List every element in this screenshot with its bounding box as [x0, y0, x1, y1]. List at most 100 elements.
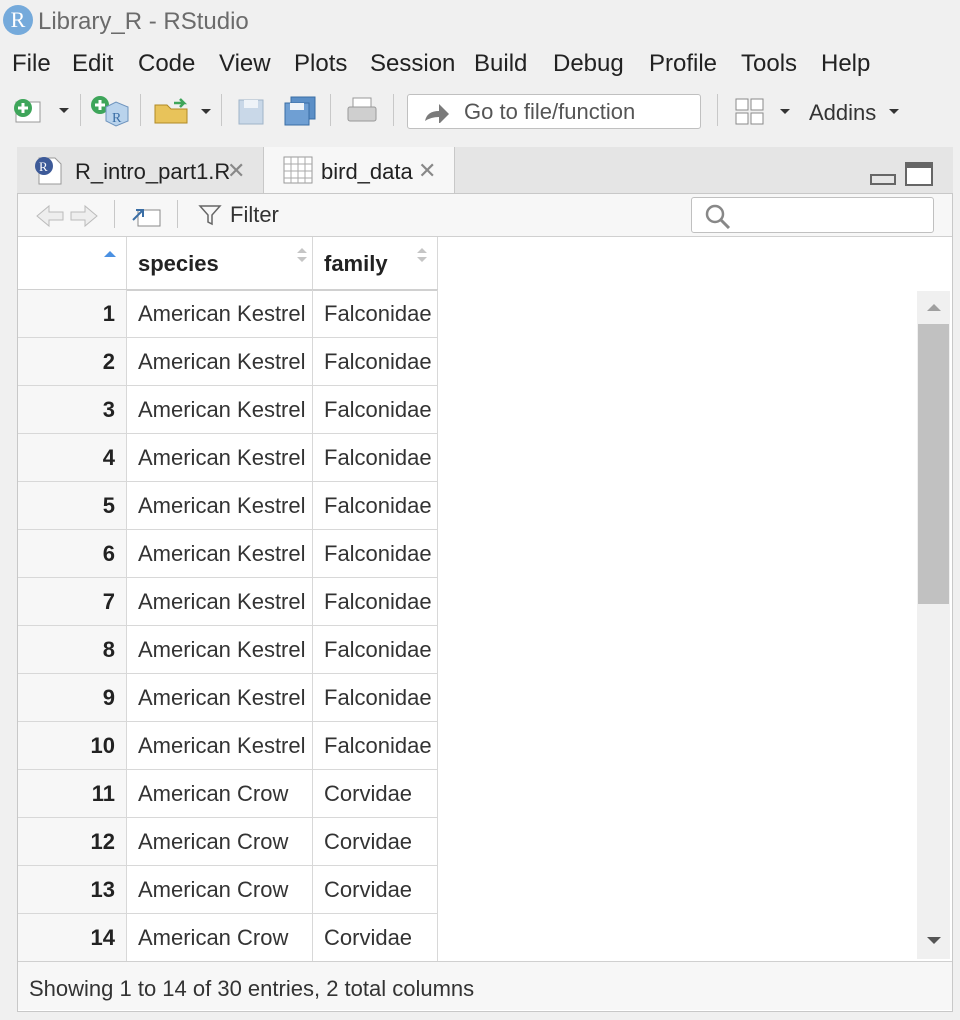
family-cell: Corvidae: [313, 770, 438, 817]
go-to-file-function-input[interactable]: Go to file/function: [407, 94, 701, 129]
r-file-icon: R: [35, 157, 62, 185]
row-number: 2: [102, 349, 115, 374]
popout-icon[interactable]: [130, 202, 164, 230]
table-row: 5 American Kestrel Falconidae: [18, 482, 438, 530]
back-arrow-icon[interactable]: [34, 203, 66, 229]
row-number: 7: [102, 589, 115, 614]
species-cell: American Kestrel: [127, 626, 313, 673]
table-status-bar: Showing 1 to 14 of 30 entries, 2 total c…: [18, 961, 952, 1010]
minimize-pane-icon[interactable]: [869, 165, 897, 187]
family-value: Corvidae: [324, 925, 413, 950]
row-number-cell: 3: [18, 386, 127, 433]
menu-file[interactable]: File: [12, 50, 51, 78]
rstudio-logo-icon: R: [3, 5, 33, 35]
addins-menu[interactable]: Addins: [809, 100, 876, 126]
maximize-pane-icon[interactable]: [904, 161, 934, 187]
pane-layout-icon[interactable]: [734, 97, 798, 127]
table-row: 6 American Kestrel Falconidae: [18, 530, 438, 578]
print-icon[interactable]: [345, 96, 381, 126]
menu-session[interactable]: Session: [370, 50, 455, 78]
species-cell: American Crow: [127, 914, 313, 961]
species-value: American Kestrel: [138, 541, 306, 566]
menu-view[interactable]: View: [219, 50, 271, 78]
family-value: Falconidae: [324, 541, 432, 566]
family-value: Corvidae: [324, 829, 413, 854]
column-header-family[interactable]: family: [313, 237, 438, 289]
species-value: American Crow: [138, 877, 289, 902]
table-search-input[interactable]: [691, 197, 934, 233]
table-row: 10 American Kestrel Falconidae: [18, 722, 438, 770]
window-title: Library_R - RStudio: [38, 8, 249, 35]
family-cell: Falconidae: [313, 290, 438, 337]
family-value: Corvidae: [324, 877, 413, 902]
table-row: 14 American Crow Corvidae: [18, 914, 438, 962]
row-number-cell: 8: [18, 626, 127, 673]
menu-code[interactable]: Code: [138, 50, 195, 78]
family-cell: Falconidae: [313, 386, 438, 433]
table-row: 8 American Kestrel Falconidae: [18, 626, 438, 674]
scrollbar-thumb[interactable]: [918, 324, 949, 604]
addins-chevron-down-icon[interactable]: [886, 106, 902, 118]
save-icon[interactable]: [236, 97, 268, 127]
family-value: Falconidae: [324, 445, 432, 470]
species-cell: American Kestrel: [127, 530, 313, 577]
species-cell: American Kestrel: [127, 290, 313, 337]
table-row: 2 American Kestrel Falconidae: [18, 338, 438, 386]
menu-profile[interactable]: Profile: [649, 50, 717, 78]
row-number-cell: 9: [18, 674, 127, 721]
filter-button[interactable]: Filter: [230, 202, 279, 228]
go-to-file-placeholder: Go to file/function: [464, 99, 636, 124]
row-number-cell: 12: [18, 818, 127, 865]
tab-r-intro-part1[interactable]: R R_intro_part1.R ✕: [17, 147, 263, 193]
filter-icon[interactable]: [198, 203, 224, 227]
row-number: 11: [91, 781, 115, 806]
open-folder-icon[interactable]: [152, 95, 214, 127]
search-icon: [705, 204, 731, 229]
row-number-cell: 10: [18, 722, 127, 769]
forward-arrow-icon[interactable]: [68, 203, 100, 229]
sort-ascending-icon: [104, 251, 116, 257]
family-value: Falconidae: [324, 685, 432, 710]
tab-label: R_intro_part1.R: [75, 159, 231, 184]
species-value: American Kestrel: [138, 397, 306, 422]
species-cell: American Kestrel: [127, 338, 313, 385]
menu-debug[interactable]: Debug: [553, 50, 624, 78]
species-value: American Crow: [138, 925, 289, 950]
row-number: 3: [102, 397, 115, 422]
species-cell: American Kestrel: [127, 722, 313, 769]
family-cell: Falconidae: [313, 338, 438, 385]
family-cell: Falconidae: [313, 434, 438, 481]
menu-build[interactable]: Build: [474, 50, 527, 78]
menu-plots[interactable]: Plots: [294, 50, 347, 78]
row-number: 9: [102, 685, 115, 710]
table-row: 3 American Kestrel Falconidae: [18, 386, 438, 434]
close-icon[interactable]: ✕: [227, 158, 245, 184]
table-row: 9 American Kestrel Falconidae: [18, 674, 438, 722]
table-header-row: species family: [18, 237, 438, 291]
close-icon[interactable]: ✕: [418, 158, 436, 184]
table-row: 12 American Crow Corvidae: [18, 818, 438, 866]
species-cell: American Kestrel: [127, 482, 313, 529]
row-number: 10: [90, 733, 115, 758]
family-value: Falconidae: [324, 493, 432, 518]
family-cell: Falconidae: [313, 530, 438, 577]
species-value: American Kestrel: [138, 301, 306, 326]
species-value: American Kestrel: [138, 733, 306, 758]
menu-tools[interactable]: Tools: [741, 50, 797, 78]
row-number-cell: 7: [18, 578, 127, 625]
table-row: 4 American Kestrel Falconidae: [18, 434, 438, 482]
column-header-species[interactable]: species: [127, 237, 313, 289]
tab-bird-data[interactable]: bird_data ✕: [263, 147, 455, 193]
family-value: Falconidae: [324, 589, 432, 614]
scroll-up-icon[interactable]: [925, 301, 943, 313]
new-file-button[interactable]: [10, 96, 74, 126]
new-project-icon[interactable]: R: [90, 95, 132, 127]
scroll-down-icon[interactable]: [925, 935, 943, 947]
save-all-icon[interactable]: [282, 95, 320, 127]
row-number: 14: [90, 925, 115, 950]
menu-help[interactable]: Help: [821, 50, 870, 78]
column-header-label: species: [138, 251, 219, 276]
row-number-header[interactable]: [18, 237, 127, 289]
species-value: American Crow: [138, 829, 289, 854]
menu-edit[interactable]: Edit: [72, 50, 113, 78]
